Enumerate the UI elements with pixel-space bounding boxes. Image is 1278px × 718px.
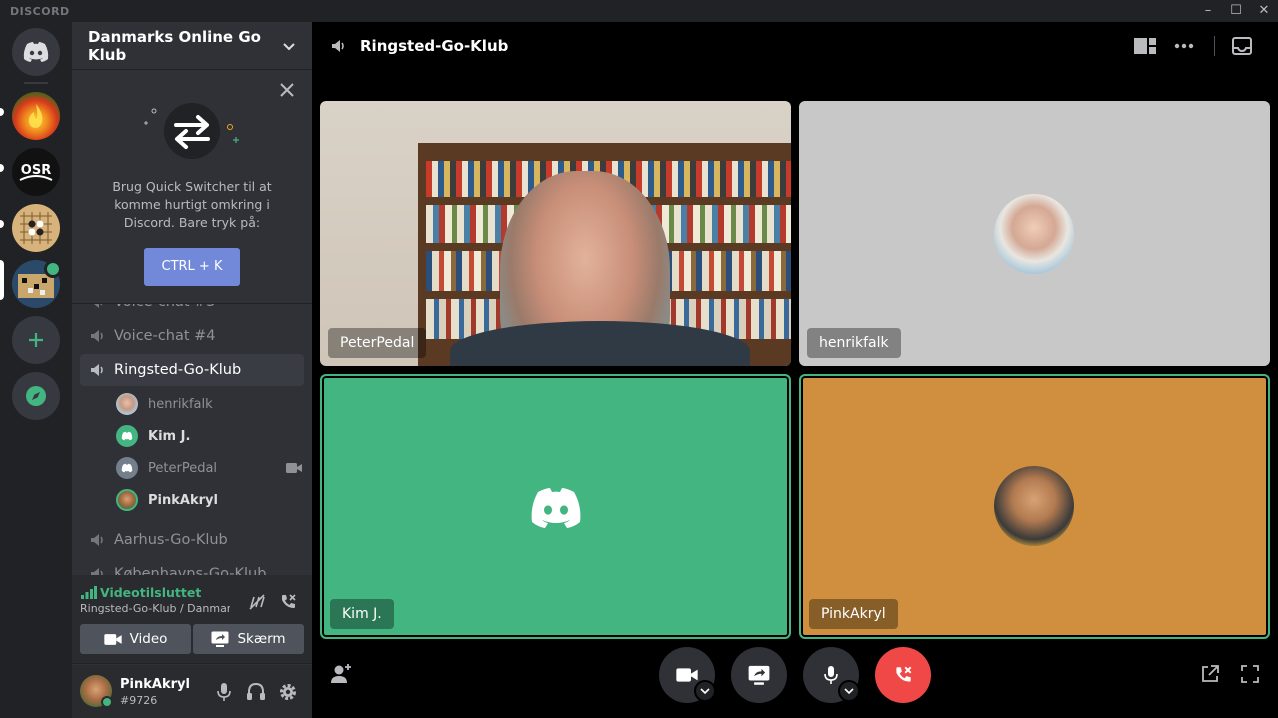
video-call-area: Ringsted-Go-Klub PeterPedal henrikfalk K…: [312, 22, 1278, 718]
chevron-down-icon: [844, 687, 854, 694]
video-badge-icon: [44, 260, 62, 278]
screen-share-button[interactable]: Skærm: [193, 624, 304, 654]
avatar: [994, 466, 1074, 546]
avatar: [116, 425, 138, 447]
fire-server-icon[interactable]: [12, 92, 60, 140]
voice-connection-panel: Videotilsluttet Ringsted-Go-Klub / Danma…: [72, 575, 312, 664]
osr-server-icon[interactable]: OSR: [12, 148, 60, 196]
avatar: [116, 489, 138, 511]
server-header[interactable]: Danmarks Online Go Klub: [72, 22, 312, 70]
chevron-down-icon: [283, 42, 295, 50]
go-board-server-icon[interactable]: [12, 204, 60, 252]
disconnect-call-icon: [896, 666, 912, 682]
chevron-down-icon: [700, 687, 710, 694]
avatar: [994, 194, 1074, 274]
voice-user-henrikfalk[interactable]: henrikfalk: [116, 390, 302, 418]
video-camera-icon: [676, 668, 698, 682]
channel-voice-chat-4[interactable]: Voice-chat #4: [80, 320, 304, 352]
noise-suppression-icon[interactable]: [248, 593, 266, 611]
avatar: [116, 457, 138, 479]
add-user-icon[interactable]: [330, 662, 352, 684]
avatar: [116, 393, 138, 415]
tile-label: PinkAkryl: [809, 599, 898, 629]
screen-share-icon: [748, 665, 770, 685]
video-button[interactable]: Video: [80, 624, 191, 654]
discord-app: DISCORD – ☐ ✕ OSR Danmarks Online Go Klu…: [0, 0, 1278, 718]
online-status-icon: [101, 696, 113, 708]
popout-icon[interactable]: [1200, 664, 1220, 684]
leave-call-button[interactable]: [875, 647, 931, 703]
switch-arrows-icon: [144, 103, 239, 159]
unread-pill: [0, 108, 4, 116]
microphone-icon: [824, 666, 838, 684]
video-tile-kim[interactable]: Kim J.: [320, 374, 791, 639]
voice-status[interactable]: Videotilsluttet: [100, 585, 201, 600]
header-divider: [1214, 36, 1215, 56]
minimize-button[interactable]: –: [1194, 0, 1222, 22]
voice-user-pinkakryl[interactable]: PinkAkryl: [116, 486, 302, 514]
user-tag: #9726: [120, 694, 158, 707]
screen-share-toggle-button[interactable]: [731, 647, 787, 703]
video-camera-icon: [103, 633, 122, 645]
voice-user-kim[interactable]: Kim J.: [116, 422, 302, 450]
layout-grid-icon[interactable]: [1134, 38, 1156, 54]
video-camera-icon: [286, 463, 302, 473]
signal-icon: [81, 586, 97, 599]
speaker-icon: [332, 40, 344, 52]
voice-user-peterpedal[interactable]: PeterPedal: [116, 454, 302, 482]
microphone-icon[interactable]: [216, 682, 232, 702]
explore-icon[interactable]: [12, 372, 60, 420]
speaker-icon: [91, 330, 103, 342]
speaker-icon: [91, 364, 103, 376]
inbox-icon[interactable]: [1232, 37, 1252, 55]
selected-pill: [0, 260, 4, 300]
discord-icon: [121, 463, 133, 473]
title-bar: DISCORD – ☐ ✕: [0, 0, 1278, 22]
guild-separator: [24, 82, 48, 84]
add-server-icon[interactable]: [12, 316, 60, 364]
voice-channel-path[interactable]: Ringsted-Go-Klub / Danmarks Online Go Kl…: [80, 602, 230, 615]
server-list: OSR: [0, 22, 72, 718]
tile-label: PeterPedal: [328, 328, 427, 358]
unread-pill: [0, 164, 4, 172]
user-name: PinkAkryl: [120, 677, 190, 692]
maximize-button[interactable]: ☐: [1222, 0, 1250, 22]
close-window-button[interactable]: ✕: [1250, 0, 1278, 22]
screen-share-icon: [211, 631, 229, 647]
channel-ringsted-go-klub[interactable]: Ringsted-Go-Klub: [80, 354, 304, 386]
quick-switcher-popup: Brug Quick Switcher til at komme hurtigt…: [72, 71, 312, 304]
channel-aarhus-go-klub[interactable]: Aarhus-Go-Klub: [80, 524, 304, 556]
more-options-icon[interactable]: [1174, 43, 1194, 49]
tile-label: henrikfalk: [807, 328, 901, 358]
disconnect-call-icon[interactable]: [278, 592, 298, 612]
video-tile-peterpedal[interactable]: PeterPedal: [320, 101, 791, 366]
quick-switcher-button[interactable]: CTRL + K: [144, 248, 240, 286]
fullscreen-icon[interactable]: [1240, 664, 1260, 684]
server-name: Danmarks Online Go Klub: [88, 27, 261, 64]
discord-home-icon[interactable]: [12, 28, 60, 76]
video-tile-henrikfalk[interactable]: henrikfalk: [799, 101, 1270, 366]
video-tile-pinkakryl[interactable]: PinkAkryl: [799, 374, 1270, 639]
unread-pill: [0, 220, 4, 228]
popup-text: Brug Quick Switcher til at komme hurtigt…: [112, 179, 272, 230]
discord-icon: [121, 431, 133, 441]
channel-title: Ringsted-Go-Klub: [360, 37, 509, 55]
channel-sidebar: Danmarks Online Go Klub Brug Quick Switc…: [72, 22, 312, 718]
brand-logo: DISCORD: [10, 5, 70, 18]
camera-options-button[interactable]: [694, 680, 716, 702]
headphones-icon[interactable]: [246, 682, 266, 702]
user-panel: PinkAkryl #9726: [72, 665, 312, 718]
gear-icon[interactable]: [278, 682, 298, 702]
tile-label: Kim J.: [330, 599, 394, 629]
close-icon[interactable]: [278, 81, 296, 99]
speaker-icon: [91, 534, 103, 546]
audio-options-button[interactable]: [838, 680, 860, 702]
discord-logo-icon: [531, 488, 581, 528]
